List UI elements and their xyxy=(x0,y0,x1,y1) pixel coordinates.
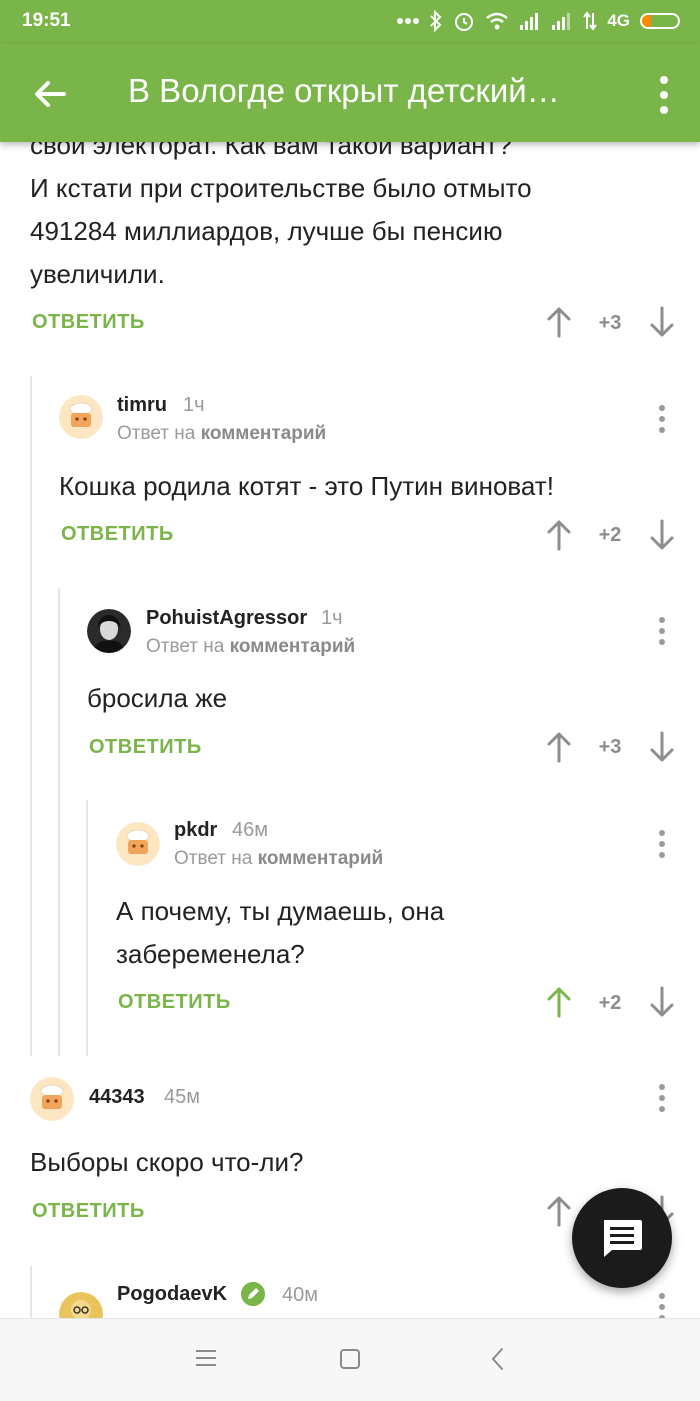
downvote-arrow-icon[interactable] xyxy=(649,986,675,1018)
system-nav-bar xyxy=(0,1318,700,1401)
comment-body: А почему, ты думаешь, она забеременела? xyxy=(116,890,676,976)
reply-to-link[interactable]: комментарий xyxy=(258,848,384,869)
comment-body: свой электорат. Как вам такой вариант? И… xyxy=(30,142,670,296)
new-comment-fab[interactable] xyxy=(572,1188,672,1288)
comment-line: И кстати при строительстве было отмыто xyxy=(30,173,532,203)
username[interactable]: pkdr xyxy=(174,819,217,842)
comment-score: +2 xyxy=(598,524,622,546)
thread-line xyxy=(30,376,32,1056)
default-avatar-icon xyxy=(59,395,103,439)
data-transfer-icon xyxy=(583,11,598,31)
menu-icon[interactable] xyxy=(194,1347,218,1369)
avatar[interactable] xyxy=(30,1077,74,1121)
reply-to-info: Ответ на комментарий xyxy=(146,636,355,658)
app-bar: В Вологде открыт детский… xyxy=(0,44,700,142)
comment-time: 1ч xyxy=(183,394,205,416)
reply-to-link[interactable]: комментарий xyxy=(201,423,327,444)
comment-time: 40м xyxy=(282,1284,318,1306)
comment-menu-icon[interactable] xyxy=(655,1292,669,1318)
battery-icon xyxy=(640,13,680,29)
comment-score: +3 xyxy=(598,312,622,334)
comment-menu-icon[interactable] xyxy=(655,1083,669,1113)
comment-menu-icon[interactable] xyxy=(655,829,669,859)
alarm-icon xyxy=(455,13,474,31)
upvote-arrow-icon[interactable] xyxy=(546,731,572,763)
downvote-arrow-icon[interactable] xyxy=(649,731,675,763)
reply-to-prefix: Ответ на xyxy=(146,636,230,657)
avatar[interactable] xyxy=(87,609,131,653)
avatar[interactable] xyxy=(116,822,160,866)
username[interactable]: PohuistAgressor xyxy=(146,607,307,630)
comment-time: 46м xyxy=(232,819,268,841)
comment-score: +3 xyxy=(598,736,622,758)
reply-button[interactable]: ОТВЕТИТЬ xyxy=(118,991,231,1014)
username[interactable]: PogodaevK xyxy=(117,1283,227,1306)
reply-button[interactable]: ОТВЕТИТЬ xyxy=(61,523,174,546)
more-notifications-icon xyxy=(397,18,420,24)
thread-line xyxy=(86,800,88,1056)
back-arrow-icon[interactable] xyxy=(30,74,70,114)
reply-button[interactable]: ОТВЕТИТЬ xyxy=(89,736,202,759)
bluetooth-icon xyxy=(430,10,442,32)
network-type: 4G xyxy=(607,11,630,30)
signal-2-icon xyxy=(552,13,571,30)
reply-to-link[interactable]: комментарий xyxy=(230,636,356,657)
user-photo-icon xyxy=(59,1292,103,1318)
comment-menu-icon[interactable] xyxy=(655,404,669,434)
default-avatar-icon xyxy=(116,822,160,866)
comment-line: 491284 миллиардов, лучше бы пенсию xyxy=(30,216,503,246)
upvote-arrow-icon[interactable] xyxy=(546,1195,572,1227)
reply-to-info: Ответ на комментарий xyxy=(117,423,326,445)
comment-body: Кошка родила котят - это Путин виноват! xyxy=(59,471,554,501)
wifi-icon xyxy=(486,12,509,30)
comment-line: забеременела? xyxy=(116,939,305,969)
status-bar: 19:51 4G xyxy=(0,0,700,44)
username[interactable]: 44343 xyxy=(89,1086,145,1109)
comment-time: 45м xyxy=(164,1086,200,1108)
comment-menu-icon[interactable] xyxy=(655,616,669,646)
reply-to-prefix: Ответ на xyxy=(117,423,201,444)
comment-body: бросила же xyxy=(87,683,228,713)
downvote-arrow-icon[interactable] xyxy=(649,306,675,338)
home-icon[interactable] xyxy=(338,1347,362,1371)
reply-button[interactable]: ОТВЕТИТЬ xyxy=(32,1200,145,1223)
upvote-arrow-icon[interactable] xyxy=(546,306,572,338)
comment-line: А почему, ты думаешь, она xyxy=(116,896,445,926)
comment-body: Выборы скоро что-ли? xyxy=(30,1147,304,1177)
reply-to-prefix: Ответ на xyxy=(174,848,258,869)
user-photo-icon xyxy=(87,609,131,653)
thread-line xyxy=(58,588,60,1056)
upvote-arrow-icon[interactable] xyxy=(546,519,572,551)
username[interactable]: timru xyxy=(117,394,167,417)
comment-score: +2 xyxy=(598,992,622,1014)
reply-button[interactable]: ОТВЕТИТЬ xyxy=(32,311,145,334)
comment-time: 1ч xyxy=(321,607,343,629)
comments-list[interactable]: свой электорат. Как вам такой вариант? И… xyxy=(0,142,700,1318)
thread-line xyxy=(30,1266,32,1318)
avatar[interactable] xyxy=(59,395,103,439)
status-icons: 4G xyxy=(397,8,680,34)
comment-icon xyxy=(604,1220,642,1257)
comment-line: увеличили. xyxy=(30,259,165,289)
back-icon[interactable] xyxy=(486,1346,510,1372)
downvote-arrow-icon[interactable] xyxy=(649,519,675,551)
reply-to-info: Ответ на комментарий xyxy=(174,848,383,870)
overflow-menu-icon[interactable] xyxy=(654,72,674,118)
signal-icon xyxy=(520,13,539,30)
page-title: В Вологде открыт детский… xyxy=(128,72,560,109)
avatar[interactable] xyxy=(59,1292,103,1318)
comment-line: свой электорат. Как вам такой вариант? xyxy=(30,142,513,160)
status-time: 19:51 xyxy=(22,10,71,31)
upvote-arrow-active-icon[interactable] xyxy=(546,986,572,1018)
verified-pencil-icon xyxy=(241,1282,265,1306)
battery-level xyxy=(642,15,651,27)
default-avatar-icon xyxy=(30,1077,74,1121)
